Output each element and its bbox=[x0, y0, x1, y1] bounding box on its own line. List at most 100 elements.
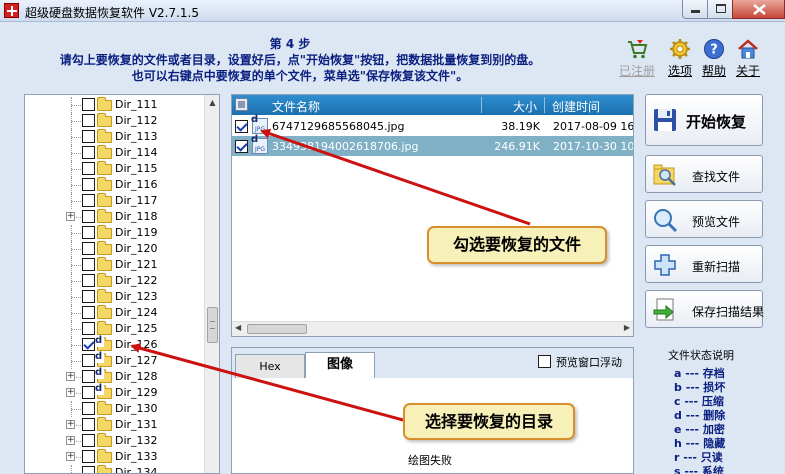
tree-checkbox[interactable] bbox=[82, 466, 95, 473]
scroll-right-icon[interactable]: ▶ bbox=[624, 323, 630, 332]
tree-checkbox[interactable] bbox=[82, 178, 95, 191]
tree-item[interactable]: + Dir_133 bbox=[25, 449, 205, 465]
app-icon bbox=[4, 3, 19, 18]
select-all-icon[interactable] bbox=[235, 98, 248, 111]
tree-item[interactable]: Dir_130 bbox=[25, 401, 205, 417]
tree-item-label: Dir_117 bbox=[115, 194, 158, 207]
tree-checkbox[interactable] bbox=[82, 370, 95, 383]
tree-item-label: Dir_133 bbox=[115, 450, 158, 463]
tree-item-label: Dir_119 bbox=[115, 226, 158, 239]
float-preview-checkbox[interactable] bbox=[538, 355, 551, 368]
tree-item[interactable]: + Dir_132 bbox=[25, 433, 205, 449]
tree-item[interactable]: d Dir_127 bbox=[25, 351, 205, 369]
expand-icon[interactable]: + bbox=[66, 420, 75, 429]
tree-item[interactable]: + Dir_131 bbox=[25, 417, 205, 433]
maximize-button[interactable] bbox=[707, 0, 733, 19]
column-name[interactable]: 文件名称 bbox=[272, 98, 320, 115]
tree-checkbox[interactable] bbox=[82, 306, 95, 319]
tree-item[interactable]: Dir_124 bbox=[25, 305, 205, 321]
float-preview-option[interactable]: 预览窗口浮动 bbox=[538, 354, 622, 370]
start-recovery-button[interactable]: 开始恢复 bbox=[645, 94, 763, 146]
tree-checkbox[interactable] bbox=[82, 226, 95, 239]
about-button[interactable]: 关于 bbox=[728, 38, 768, 79]
tree-checkbox[interactable] bbox=[82, 274, 95, 287]
expand-icon[interactable]: + bbox=[66, 372, 75, 381]
tree-item[interactable]: Dir_122 bbox=[25, 273, 205, 289]
tree-item[interactable]: + Dir_118 bbox=[25, 209, 205, 225]
tree-checkbox[interactable] bbox=[82, 162, 95, 175]
tree-checkbox[interactable] bbox=[82, 402, 95, 415]
window-title: 超级硬盘数据恢复软件 V2.7.1.5 bbox=[25, 6, 200, 20]
tree-scrollbar[interactable]: ▲ bbox=[204, 95, 219, 473]
tree-checkbox[interactable] bbox=[82, 386, 95, 399]
file-list[interactable]: 文件名称 大小 创建时间 JPG d 6747129685568045.jpg 3… bbox=[231, 94, 634, 337]
tree-item[interactable]: + d Dir_128 bbox=[25, 367, 205, 385]
tab-image[interactable]: 图像 bbox=[305, 352, 375, 378]
file-checkbox[interactable] bbox=[235, 120, 248, 133]
registered-button[interactable]: 已注册 bbox=[617, 38, 657, 79]
find-files-button[interactable]: 查找文件 bbox=[645, 155, 763, 193]
tree-item-label: Dir_126 bbox=[115, 338, 158, 351]
save-scan-results-button[interactable]: 保存扫描结果 bbox=[645, 290, 764, 328]
minimize-button[interactable] bbox=[682, 0, 708, 19]
expand-icon[interactable]: + bbox=[66, 436, 75, 445]
expand-icon[interactable]: + bbox=[66, 452, 75, 461]
file-list-hscrollbar[interactable]: ◀ ▶ bbox=[232, 321, 633, 336]
tree-item-label: Dir_113 bbox=[115, 130, 158, 143]
tree-checkbox[interactable] bbox=[82, 194, 95, 207]
tree-item[interactable]: Dir_120 bbox=[25, 241, 205, 257]
tree-item[interactable]: Dir_111 bbox=[25, 97, 205, 113]
file-checkbox[interactable] bbox=[235, 140, 248, 153]
tree-checkbox[interactable] bbox=[82, 322, 95, 335]
tree-item[interactable]: Dir_116 bbox=[25, 177, 205, 193]
tree-item[interactable]: Dir_119 bbox=[25, 225, 205, 241]
tree-item[interactable]: Dir_121 bbox=[25, 257, 205, 273]
hscroll-thumb[interactable] bbox=[247, 324, 307, 334]
tab-hex[interactable]: Hex bbox=[235, 354, 305, 378]
tree-item[interactable]: Dir_113 bbox=[25, 129, 205, 145]
tree-item[interactable]: Dir_115 bbox=[25, 161, 205, 177]
tree-checkbox[interactable] bbox=[82, 290, 95, 303]
column-size[interactable]: 大小 bbox=[513, 98, 537, 115]
file-row[interactable]: JPG d 6747129685568045.jpg 38.19K 2017-08… bbox=[232, 115, 633, 136]
column-created[interactable]: 创建时间 bbox=[552, 98, 600, 115]
tree-checkbox[interactable] bbox=[82, 354, 95, 367]
tree-item-label: Dir_112 bbox=[115, 114, 158, 127]
tree-checkbox[interactable] bbox=[82, 434, 95, 447]
tree-item[interactable]: Dir_112 bbox=[25, 113, 205, 129]
tree-checkbox[interactable] bbox=[82, 130, 95, 143]
tree-item[interactable]: Dir_125 bbox=[25, 321, 205, 337]
tree-checkbox[interactable] bbox=[82, 450, 95, 463]
tree-item[interactable]: Dir_123 bbox=[25, 289, 205, 305]
rescan-button[interactable]: 重新扫描 bbox=[645, 245, 763, 283]
instruction-line-1: 请勾上要恢复的文件或者目录，设置好后，点"开始恢复"按钮，把数据批量恢复到别的盘… bbox=[59, 53, 541, 67]
tree-scroll-thumb[interactable] bbox=[207, 307, 218, 343]
expand-icon[interactable]: + bbox=[66, 212, 75, 221]
folder-icon bbox=[97, 305, 112, 319]
plus-icon bbox=[654, 254, 676, 276]
tree-checkbox[interactable] bbox=[82, 146, 95, 159]
scroll-left-icon[interactable]: ◀ bbox=[235, 323, 241, 332]
file-row-selected[interactable]: JPG d 3349381940026187​06.jpg 246.91K 201… bbox=[232, 134, 633, 156]
tree-checkbox[interactable] bbox=[82, 242, 95, 255]
deleted-badge: d bbox=[251, 134, 259, 145]
preview-tabs-bar: Hex 图像 预览窗口浮动 bbox=[232, 348, 633, 378]
directory-tree[interactable]: ▲ Dir_111 Dir_112 Dir_113 Dir_114 Dir_115 Dir… bbox=[24, 94, 220, 474]
tree-item[interactable]: Dir_117 bbox=[25, 193, 205, 209]
tree-item[interactable]: d Dir_126 bbox=[25, 335, 205, 353]
tree-checkbox[interactable] bbox=[82, 338, 95, 351]
tree-checkbox[interactable] bbox=[82, 418, 95, 431]
expand-icon[interactable]: + bbox=[66, 388, 75, 397]
tree-item[interactable]: + d Dir_129 bbox=[25, 383, 205, 401]
tree-checkbox[interactable] bbox=[82, 258, 95, 271]
tree-item[interactable]: Dir_114 bbox=[25, 145, 205, 161]
callout-select-files: 勾选要恢复的文件 bbox=[427, 226, 607, 264]
scroll-up-icon[interactable]: ▲ bbox=[205, 95, 219, 110]
tree-checkbox[interactable] bbox=[82, 114, 95, 127]
close-button[interactable] bbox=[732, 0, 785, 19]
preview-file-button[interactable]: 预览文件 bbox=[645, 200, 763, 238]
tree-checkbox[interactable] bbox=[82, 210, 95, 223]
tree-item[interactable]: Dir_134 bbox=[25, 465, 205, 473]
folder-icon bbox=[97, 465, 112, 473]
tree-checkbox[interactable] bbox=[82, 98, 95, 111]
